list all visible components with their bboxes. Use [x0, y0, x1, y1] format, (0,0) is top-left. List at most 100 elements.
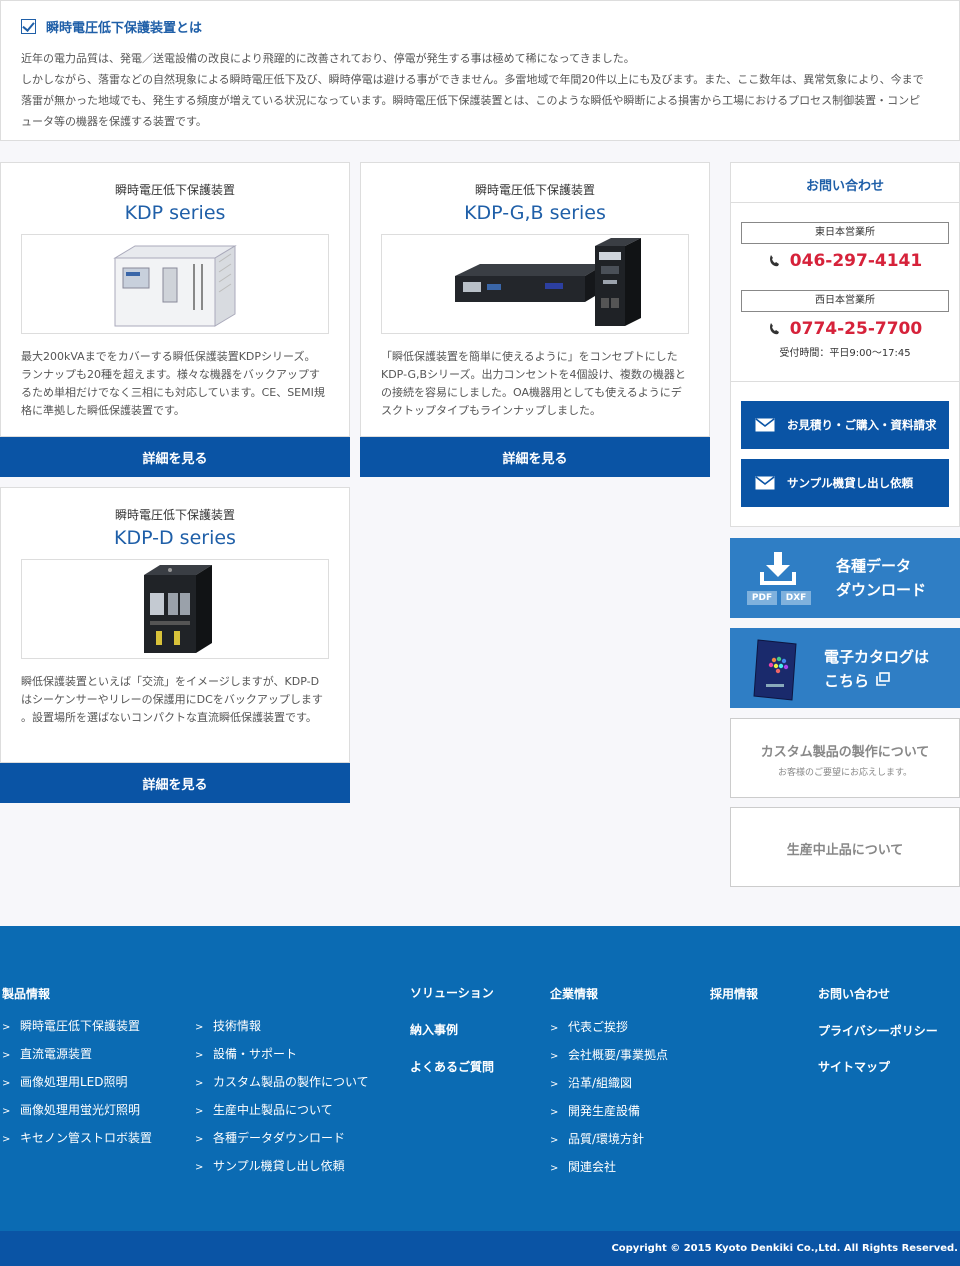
desc-line: ランナップも20種を超えます。様々な機器をバックアップす	[21, 368, 320, 381]
footer-link[interactable]: > 生産中止製品について	[195, 1101, 333, 1118]
footer-link[interactable]: > 各種データダウンロード	[195, 1129, 345, 1146]
footer-link-label: 代表ご挨拶	[568, 1020, 629, 1034]
external-window-icon	[876, 672, 890, 686]
footer-contact-title[interactable]: お問い合わせ	[818, 985, 890, 1002]
east-office-label: 東日本営業所	[741, 222, 949, 244]
footer-link[interactable]: > 画像処理用蛍光灯照明	[2, 1101, 140, 1118]
contact-panel: お問い合わせ 東日本営業所 046-297-4141 西日本営業所 0774-2…	[730, 162, 960, 527]
download-icon	[760, 552, 796, 585]
sample-request-button[interactable]: サンプル機貸し出し依頼	[741, 459, 949, 507]
desc-line: KDP-G,Bシリーズ。出力コンセントを4個設け、複数の機器と	[381, 368, 686, 381]
product-description: 瞬低保護装置といえば「交流」をイメージしますが、KDP-D はシーケンサーやリレ…	[21, 673, 329, 727]
footer-products-title[interactable]: 製品情報	[2, 985, 50, 1002]
product-card-kdp-d: 瞬時電圧低下保護装置 KDP-D series 瞬低保護装置といえば「交流」をイ…	[0, 487, 350, 763]
footer-link[interactable]: > 瞬時電圧低下保護装置	[2, 1017, 140, 1034]
quote-request-button[interactable]: お見積り・ご購入・資料請求	[741, 401, 949, 449]
footer-link[interactable]: > 関連会社	[550, 1158, 616, 1175]
kdp-d-unit-image	[144, 565, 212, 653]
footer-link-label: 開発生産設備	[568, 1104, 641, 1118]
footer-sitemap-link[interactable]: サイトマップ	[818, 1058, 890, 1075]
desc-line: 最大200kVAまでをカバーする瞬低保護装置KDPシリーズ。	[21, 350, 316, 363]
footer-link[interactable]: > 画像処理用LED照明	[2, 1073, 128, 1090]
intro-text: 近年の電力品質は、発電／送電設備の改良により飛躍的に改善されており、停電が発生す…	[21, 48, 939, 132]
arrow-icon: >	[550, 1163, 559, 1174]
kdp-detail-button[interactable]: 詳細を見る	[0, 437, 350, 477]
footer-link[interactable]: > 代表ご挨拶	[550, 1018, 628, 1035]
product-name: KDP-D series	[114, 527, 236, 549]
intro-line: 近年の電力品質は、発電／送電設備の改良により飛躍的に改善されており、停電が発生す…	[21, 52, 635, 65]
footer-link-label: 沿革/組織図	[568, 1076, 633, 1090]
footer-company-title[interactable]: 企業情報	[550, 985, 598, 1002]
catalog-line2: こちら	[824, 672, 870, 690]
product-image-kdp-d	[21, 559, 329, 659]
download-banner[interactable]: PDF DXF 各種データ ダウンロード	[730, 538, 960, 618]
product-subtitle: 瞬時電圧低下保護装置	[114, 183, 235, 197]
footer-link[interactable]: > カスタム製品の製作について	[195, 1073, 369, 1090]
intro-title: 瞬時電圧低下保護装置とは	[46, 21, 203, 36]
footer-faq-link[interactable]: よくあるご質問	[410, 1058, 494, 1075]
phone-icon	[769, 255, 779, 267]
footer-link[interactable]: > 沿革/組織図	[550, 1074, 632, 1091]
footer-link-label: 生産中止製品について	[213, 1103, 333, 1117]
product-image-kdp-gb	[381, 234, 689, 334]
footer-link[interactable]: > 開発生産設備	[550, 1102, 640, 1119]
footer-link[interactable]: > サンプル機貸し出し依頼	[195, 1157, 345, 1174]
footer-link-label: 設備・サポート	[213, 1047, 298, 1061]
footer-recruit-title[interactable]: 採用情報	[710, 985, 758, 1002]
east-phone[interactable]: 046-297-4141	[731, 246, 959, 276]
desc-line: スクトップタイプもラインナップしました。	[381, 404, 601, 417]
contact-title: お問い合わせ	[731, 163, 959, 203]
footer-link[interactable]: > 設備・サポート	[195, 1045, 297, 1062]
footer-link[interactable]: > 直流電源装置	[2, 1045, 92, 1062]
mail-icon	[755, 418, 775, 432]
footer-link-label: 瞬時電圧低下保護装置	[20, 1019, 141, 1033]
kdp-gb-detail-button[interactable]: 詳細を見る	[360, 437, 710, 477]
desc-line: るため単相だけでなく三相にも対応しています。CE、SEMI規	[21, 386, 325, 399]
west-phone[interactable]: 0774-25-7700	[731, 314, 959, 344]
arrow-icon: >	[550, 1135, 559, 1146]
desc-line: はシーケンサーやリレーの保護用にDCをバックアップします	[21, 693, 323, 706]
sample-request-label: サンプル機貸し出し依頼	[787, 476, 914, 490]
footer-link[interactable]: > 技術情報	[195, 1017, 261, 1034]
custom-products-link[interactable]: カスタム製品の製作について お客様のご要望にお応えします。	[730, 718, 960, 798]
footer-link-label: 品質/環境方針	[568, 1132, 645, 1146]
download-line2: ダウンロード	[836, 581, 927, 599]
pdf-badge: PDF	[747, 591, 777, 605]
intro-line: しかしながら、落雷などの自然現象による瞬時電圧低下及び、瞬時停電は避ける事ができ…	[21, 73, 924, 86]
catalog-book-icon	[753, 639, 797, 701]
footer-cases-link[interactable]: 納入事例	[410, 1021, 458, 1038]
kdp-unit-image	[113, 245, 237, 327]
footer-link-label: 画像処理用LED照明	[20, 1075, 128, 1089]
footer-link-label: 直流電源装置	[20, 1047, 93, 1061]
kdp-d-detail-button[interactable]: 詳細を見る	[0, 763, 350, 803]
footer-privacy-link[interactable]: プライバシーポリシー	[818, 1022, 938, 1039]
arrow-icon: >	[2, 1050, 11, 1061]
arrow-icon: >	[550, 1051, 559, 1062]
arrow-icon: >	[195, 1134, 204, 1145]
footer-link-label: 会社概要/事業拠点	[568, 1048, 669, 1062]
footer-link[interactable]: > キセノン管ストロボ装置	[2, 1129, 152, 1146]
footer-link-label: カスタム製品の製作について	[213, 1075, 369, 1089]
product-card-kdp: 瞬時電圧低下保護装置 KDP series 最大200kVAまでをカバーする瞬低…	[0, 162, 350, 437]
divider	[731, 381, 959, 382]
kdp-gb-unit-image	[455, 238, 641, 326]
desc-line: 瞬低保護装置といえば「交流」をイメージしますが、KDP-D	[21, 675, 320, 688]
east-phone-number: 046-297-4141	[789, 251, 923, 271]
footer-link[interactable]: > 会社概要/事業拠点	[550, 1046, 668, 1063]
arrow-icon: >	[550, 1107, 559, 1118]
e-catalog-banner[interactable]: 電子カタログは こちら	[730, 628, 960, 708]
desc-line: の接続を容易にしました。OA機器用としても使えるようにデ	[381, 386, 682, 399]
discontinued-products-title: 生産中止品について	[786, 843, 904, 858]
footer-link[interactable]: > 品質/環境方針	[550, 1130, 644, 1147]
footer-link-label: サンプル機貸し出し依頼	[213, 1159, 345, 1173]
discontinued-products-link[interactable]: 生産中止品について	[730, 807, 960, 887]
intro-line: ュータ等の機器を保護する装置です。	[21, 115, 207, 128]
desc-line: 格に準拠した瞬低保護装置です。	[21, 404, 185, 417]
footer-solutions-title[interactable]: ソリューション	[410, 984, 494, 1001]
checkbox-icon	[21, 19, 36, 34]
product-name: KDP series	[124, 202, 226, 224]
arrow-icon: >	[2, 1022, 11, 1033]
product-subtitle: 瞬時電圧低下保護装置	[114, 508, 235, 522]
download-line1: 各種データ	[836, 557, 912, 575]
west-office-label: 西日本営業所	[741, 290, 949, 312]
